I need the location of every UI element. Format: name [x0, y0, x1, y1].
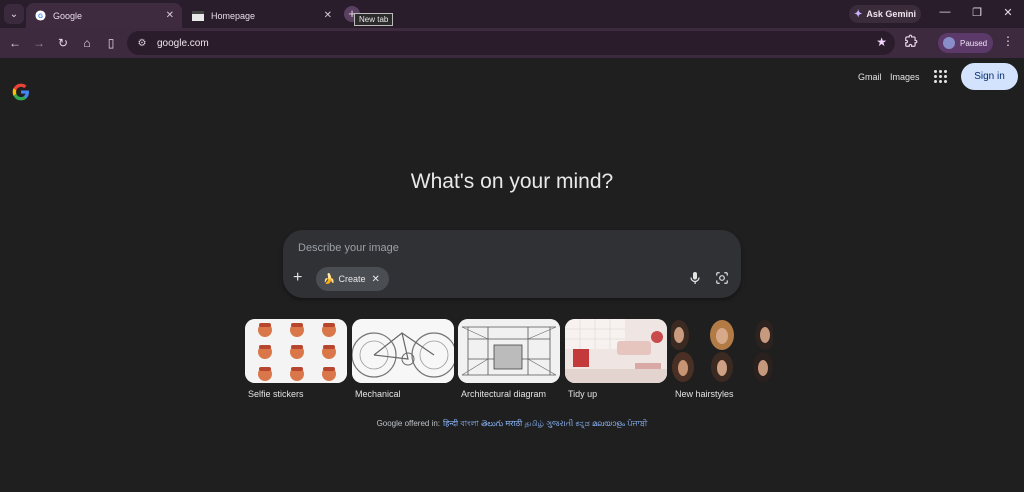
- bookmark-star-icon[interactable]: ★: [876, 35, 887, 49]
- tidy-up-label[interactable]: Tidy up: [568, 389, 597, 399]
- page-headline: What's on your mind?: [410, 170, 614, 193]
- tab-title: Google: [53, 10, 83, 21]
- ask-gemini-button[interactable]: ✦ Ask Gemini: [849, 5, 921, 23]
- tab-search-button[interactable]: ⌄: [4, 4, 24, 24]
- selfie-stickers-image: [245, 319, 347, 383]
- offered-in-prefix: Google offered in:: [376, 419, 441, 428]
- offered-in-line: Google offered in: हिन्दी বাংলা తెలుగు मर…: [0, 418, 1024, 431]
- sign-in-button[interactable]: Sign in: [961, 63, 1018, 90]
- mechanical-label[interactable]: Mechanical: [355, 389, 401, 399]
- close-tab-icon[interactable]: ✕: [324, 10, 332, 21]
- images-link[interactable]: Images: [890, 72, 920, 82]
- architectural-diagram-image: [458, 319, 560, 383]
- google-logo-icon[interactable]: [11, 82, 31, 102]
- selfie-stickers-label[interactable]: Selfie stickers: [248, 389, 304, 399]
- restore-icon[interactable]: ❐: [967, 6, 987, 19]
- browser-toolbar: ← → ↻ ⌂ ▯ ⚙ google.com ★ Paused ⋮: [0, 28, 1024, 58]
- language-links[interactable]: हिन्दी বাংলা తెలుగు मराठी தமிழ் ગુજરાતી …: [443, 419, 647, 428]
- create-chip[interactable]: 🍌 Create ✕: [316, 267, 389, 291]
- banana-icon: 🍌: [323, 273, 336, 285]
- search-box: + 🍌 Create ✕: [283, 230, 741, 298]
- site-info-icon[interactable]: ⚙: [133, 34, 151, 52]
- new-hairstyles-label[interactable]: New hairstyles: [675, 389, 734, 399]
- tidy-up-card[interactable]: [565, 319, 667, 383]
- svg-text:G: G: [38, 13, 43, 20]
- reload-icon[interactable]: ↻: [54, 34, 72, 52]
- minimize-icon[interactable]: —: [935, 6, 955, 18]
- search-input[interactable]: [296, 238, 680, 258]
- mechanical-card[interactable]: [352, 319, 454, 383]
- extensions-icon[interactable]: [904, 34, 918, 48]
- ask-gemini-label: Ask Gemini: [866, 9, 916, 19]
- avatar: [943, 37, 955, 49]
- mechanical-image: [352, 319, 454, 383]
- tab-google[interactable]: G Google ✕: [26, 3, 182, 28]
- new-tab-tooltip: New tab: [354, 13, 394, 26]
- selfie-stickers-card[interactable]: [245, 319, 347, 383]
- google-favicon-icon: G: [34, 10, 46, 22]
- architectural-diagram-card[interactable]: [458, 319, 560, 383]
- back-arrow-icon[interactable]: ←: [6, 34, 24, 52]
- gmail-link[interactable]: Gmail: [858, 72, 882, 82]
- forward-arrow-icon[interactable]: →: [30, 34, 48, 52]
- remove-chip-icon[interactable]: ✕: [371, 274, 379, 285]
- new-hairstyles-image: [671, 319, 773, 383]
- gemini-sparkle-icon: ✦: [854, 8, 863, 20]
- tidy-up-image: [565, 319, 667, 383]
- more-menu-icon[interactable]: ⋮: [1002, 34, 1014, 48]
- close-tab-icon[interactable]: ✕: [166, 10, 174, 21]
- homepage-favicon-icon: [192, 10, 204, 22]
- tab-homepage[interactable]: Homepage ✕: [184, 3, 340, 28]
- new-hairstyles-card[interactable]: [671, 319, 773, 383]
- architectural-diagram-label[interactable]: Architectural diagram: [461, 389, 546, 399]
- profile-status-label: Paused: [960, 38, 988, 48]
- close-window-icon[interactable]: ✕: [998, 6, 1018, 19]
- side-panel-icon[interactable]: ▯: [102, 34, 120, 52]
- home-icon[interactable]: ⌂: [78, 34, 96, 52]
- tab-strip: ⌄ G Google ✕ Homepage ✕ + New tab ✦ Ask …: [0, 0, 1024, 28]
- address-text: google.com: [157, 37, 209, 49]
- chevron-down-icon: ⌄: [9, 8, 19, 20]
- profile-paused-button[interactable]: Paused: [938, 33, 993, 53]
- create-chip-label: Create: [338, 274, 366, 284]
- microphone-icon[interactable]: [689, 271, 701, 285]
- camera-lens-icon[interactable]: [715, 271, 729, 285]
- add-icon[interactable]: +: [293, 270, 302, 286]
- address-bar[interactable]: ⚙ google.com ★: [127, 31, 895, 55]
- tab-title: Homepage: [211, 10, 256, 21]
- apps-grid-icon[interactable]: [934, 70, 948, 84]
